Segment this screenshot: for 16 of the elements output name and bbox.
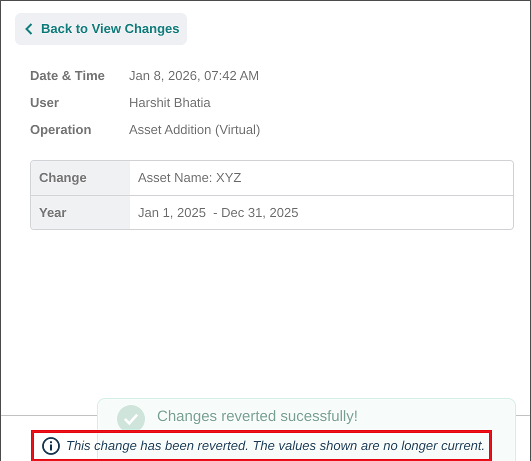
chevron-left-icon [25,23,33,35]
detail-label: User [30,94,60,111]
table-cell-text: Jan 1, 2025 - Dec 31, 2025 [137,204,300,222]
table-cell-text: Asset Name: XYZ [137,169,242,188]
detail-value: Jan 8, 2026, 07:42 AM [129,67,260,84]
detail-label: Operation [30,121,92,138]
table-header-cell: Change [31,161,130,195]
info-icon [42,436,60,454]
revert-notice-text: This change has been reverted. The values shown are no longer current. [66,438,486,453]
back-button[interactable]: Back to View Changes [15,13,188,45]
check-icon [117,405,145,433]
table-header-cell: Year [31,196,130,229]
detail-label: Date & Time [30,67,106,84]
detail-value: Asset Addition (Virtual) [129,121,260,138]
detail-value: Harshit Bhatia [129,94,211,111]
toast-message: Changes reverted sucessfully! [157,408,358,425]
